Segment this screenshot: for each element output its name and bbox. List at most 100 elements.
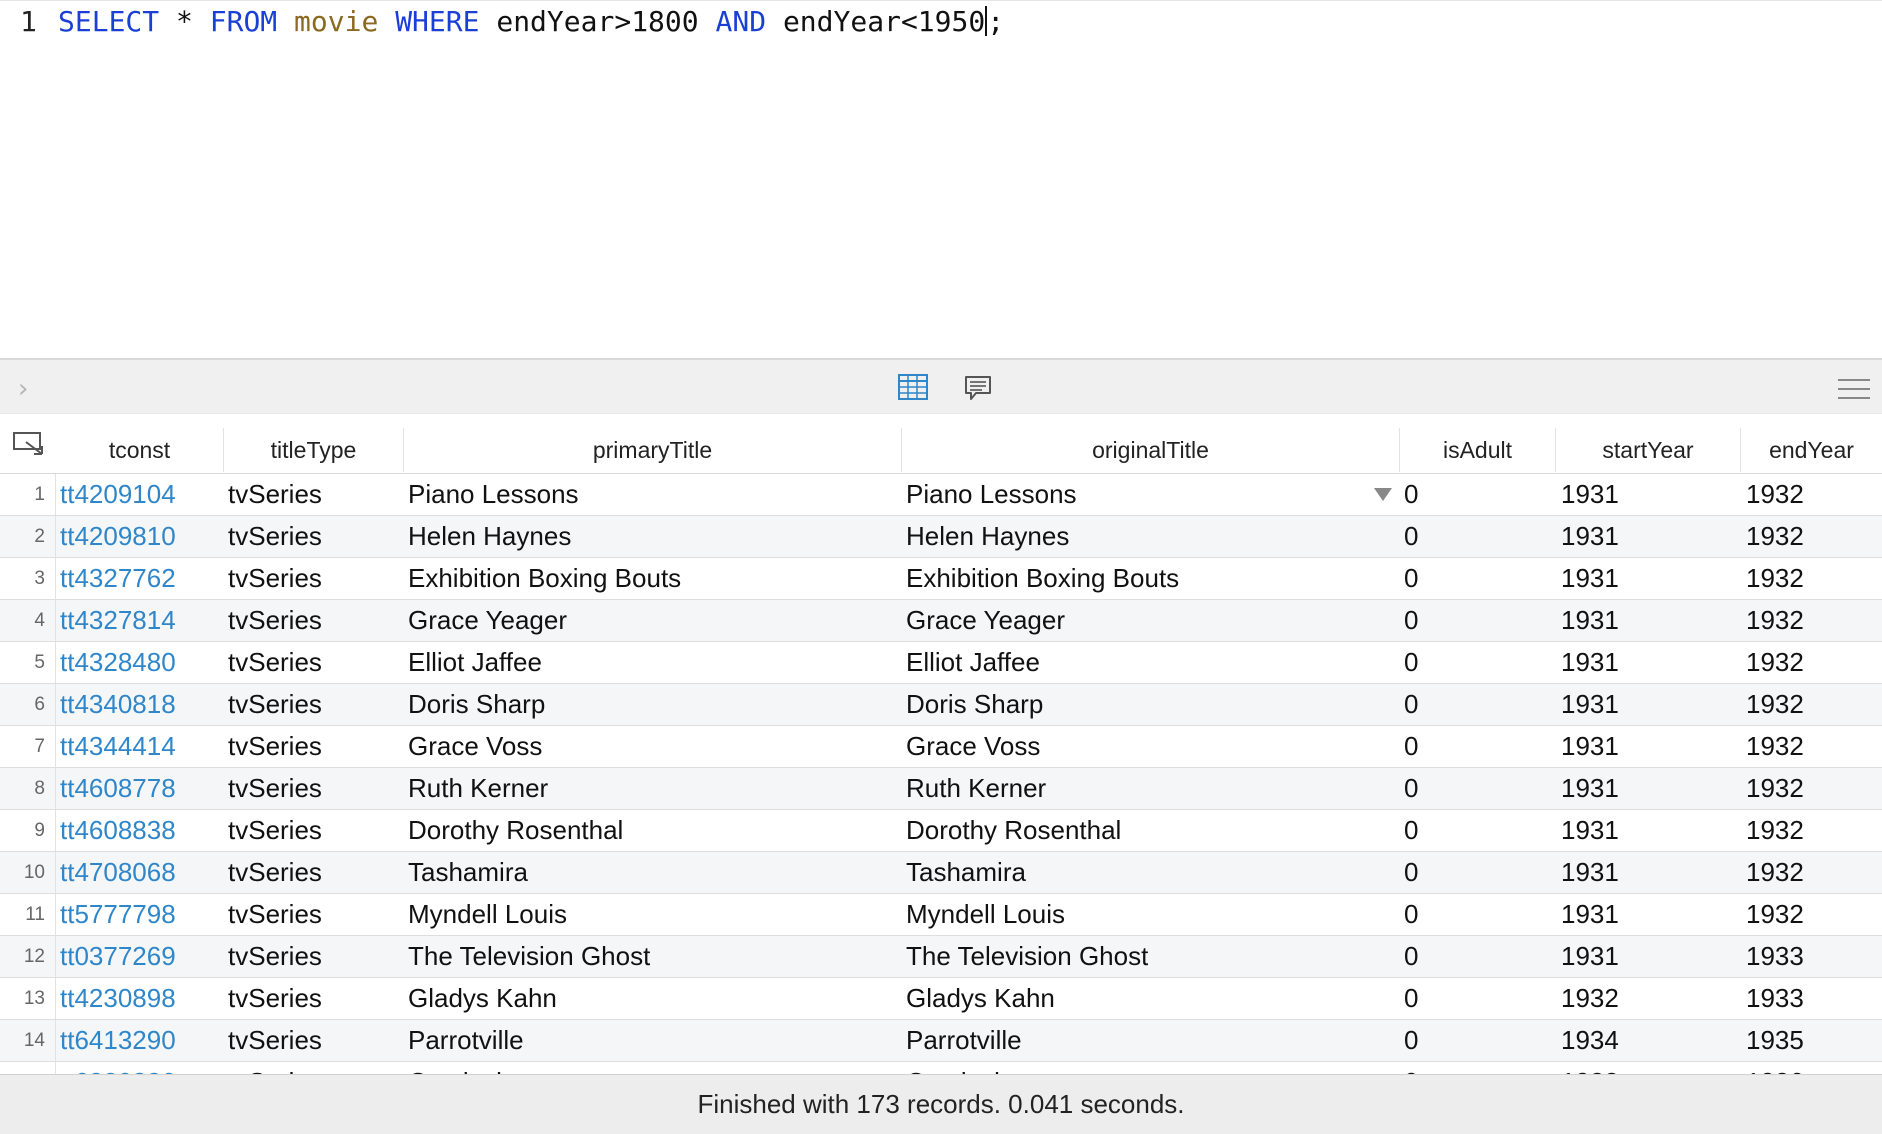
table-row[interactable]: 11 tt5777798 tvSeries Myndell Louis Myndell … [0,894,1882,936]
cell-startyear[interactable]: 1931 [1561,600,1619,641]
code-line-1[interactable]: 1 SELECT * FROM movie WHERE endYear>1800 … [0,1,1004,41]
table-row[interactable]: 6 tt4340818 tvSeries Doris Sharp Doris Sharp… [0,684,1882,726]
cell-isadult[interactable]: 0 [1404,642,1418,683]
cell-endyear[interactable]: 1932 [1746,474,1804,515]
cell-primarytitle[interactable]: Exhibition Boxing Bouts [408,558,681,599]
cell-isadult[interactable]: 0 [1404,1020,1418,1061]
cell-endyear[interactable]: 1932 [1746,768,1804,809]
cell-titletype[interactable]: tvSeries [228,600,322,641]
cell-endyear[interactable]: 1932 [1746,600,1804,641]
cell-endyear[interactable]: 1932 [1746,642,1804,683]
cell-tconst[interactable]: tt6380326 [60,1062,176,1074]
table-row[interactable]: 15 tt6380326 tvSeries Comicolor cartoons Com… [0,1062,1882,1074]
cell-isadult[interactable]: 0 [1404,978,1418,1019]
menu-icon[interactable] [1838,378,1870,400]
cell-tconst[interactable]: tt0377269 [60,936,176,977]
table-row[interactable]: 10 tt4708068 tvSeries Tashamira Tashamira 0 19… [0,852,1882,894]
cell-startyear[interactable]: 1931 [1561,768,1619,809]
cell-originaltitle[interactable]: Parrotville [906,1020,1022,1061]
cell-titletype[interactable]: tvSeries [228,936,322,977]
cell-originaltitle[interactable]: Elliot Jaffee [906,642,1040,683]
cell-isadult[interactable]: 0 [1404,558,1418,599]
cell-originaltitle[interactable]: Myndell Louis [906,894,1065,935]
cell-startyear[interactable]: 1931 [1561,894,1619,935]
cell-titletype[interactable]: tvSeries [228,726,322,767]
cell-endyear[interactable]: 1935 [1746,1020,1804,1061]
column-header-isadult[interactable]: isAdult [1400,428,1556,472]
cell-primarytitle[interactable]: Tashamira [408,852,528,893]
cell-tconst[interactable]: tt4209104 [60,474,176,515]
cell-startyear[interactable]: 1931 [1561,558,1619,599]
cell-originaltitle[interactable]: Grace Yeager [906,600,1065,641]
cell-primarytitle[interactable]: The Television Ghost [408,936,650,977]
cell-originaltitle[interactable]: Tashamira [906,852,1026,893]
cell-isadult[interactable]: 0 [1404,726,1418,767]
column-header-tconst[interactable]: tconst [56,428,224,472]
cell-titletype[interactable]: tvSeries [228,474,322,515]
table-view-icon[interactable] [898,374,928,400]
column-header-startyear[interactable]: startYear [1556,428,1741,472]
column-header-primarytitle[interactable]: primaryTitle [404,428,902,472]
cell-primarytitle[interactable]: Piano Lessons [408,474,579,515]
chevron-right-icon[interactable]: › [18,374,28,404]
cell-originaltitle[interactable]: Grace Voss [906,726,1040,767]
table-row[interactable]: 14 tt6413290 tvSeries Parrotville Parrotvill… [0,1020,1882,1062]
cell-startyear[interactable]: 1931 [1561,726,1619,767]
cell-endyear[interactable]: 1932 [1746,726,1804,767]
cell-primarytitle[interactable]: Comicolor cartoons [408,1062,632,1074]
cell-endyear[interactable]: 1932 [1746,810,1804,851]
cell-tconst[interactable]: tt4230898 [60,978,176,1019]
table-row[interactable]: 9 tt4608838 tvSeries Dorothy Rosenthal Dorot… [0,810,1882,852]
table-row[interactable]: 13 tt4230898 tvSeries Gladys Kahn Gladys Kah… [0,978,1882,1020]
cell-startyear[interactable]: 1931 [1561,516,1619,557]
cell-endyear[interactable]: 1932 [1746,516,1804,557]
cell-titletype[interactable]: tvSeries [228,978,322,1019]
cell-originaltitle[interactable]: Helen Haynes [906,516,1069,557]
cell-startyear[interactable]: 1931 [1561,474,1619,515]
cell-titletype[interactable]: tvSeries [228,558,322,599]
cell-startyear[interactable]: 1931 [1561,642,1619,683]
cell-titletype[interactable]: tvSeries [228,684,322,725]
cell-startyear[interactable]: 1931 [1561,684,1619,725]
cell-endyear[interactable]: 1932 [1746,894,1804,935]
cell-isadult[interactable]: 0 [1404,894,1418,935]
cell-isadult[interactable]: 0 [1404,768,1418,809]
cell-primarytitle[interactable]: Parrotville [408,1020,524,1061]
cell-startyear[interactable]: 1931 [1561,852,1619,893]
table-row[interactable]: 2 tt4209810 tvSeries Helen Haynes Helen Hayn… [0,516,1882,558]
cell-titletype[interactable]: tvSeries [228,516,322,557]
cell-titletype[interactable]: tvSeries [228,768,322,809]
cell-titletype[interactable]: tvSeries [228,852,322,893]
cell-tconst[interactable]: tt5777798 [60,894,176,935]
cell-originaltitle[interactable]: Gladys Kahn [906,978,1055,1019]
cell-tconst[interactable]: tt4608778 [60,768,176,809]
cell-isadult[interactable]: 0 [1404,600,1418,641]
column-header-endyear[interactable]: endYear [1741,428,1882,472]
cell-tconst[interactable]: tt4209810 [60,516,176,557]
cell-isadult[interactable]: 0 [1404,810,1418,851]
cell-tconst[interactable]: tt4327814 [60,600,176,641]
table-row[interactable]: 1 tt4209104 tvSeries Piano Lessons Piano Les… [0,474,1882,516]
cell-isadult[interactable]: 0 [1404,684,1418,725]
table-row[interactable]: 7 tt4344414 tvSeries Grace Voss Grace Voss 0 1… [0,726,1882,768]
select-all-icon[interactable] [12,430,46,458]
cell-titletype[interactable]: tvSeries [228,894,322,935]
cell-primarytitle[interactable]: Gladys Kahn [408,978,557,1019]
cell-originaltitle[interactable]: Ruth Kerner [906,768,1046,809]
cell-originaltitle[interactable]: Comicolor cartoons [906,1062,1130,1074]
column-header-titletype[interactable]: titleType [224,428,404,472]
cell-tconst[interactable]: tt6413290 [60,1020,176,1061]
cell-primarytitle[interactable]: Grace Yeager [408,600,567,641]
dropdown-arrow-icon[interactable] [1374,488,1392,501]
cell-titletype[interactable]: tvSeries [228,1062,322,1074]
cell-primarytitle[interactable]: Helen Haynes [408,516,571,557]
table-row[interactable]: 4 tt4327814 tvSeries Grace Yeager Grace Yeag… [0,600,1882,642]
cell-tconst[interactable]: tt4708068 [60,852,176,893]
cell-endyear[interactable]: 1932 [1746,684,1804,725]
cell-primarytitle[interactable]: Myndell Louis [408,894,567,935]
message-view-icon[interactable] [964,374,992,402]
cell-originaltitle[interactable]: The Television Ghost [906,936,1148,977]
cell-startyear[interactable]: 1934 [1561,1020,1619,1061]
cell-originaltitle[interactable]: Exhibition Boxing Bouts [906,558,1179,599]
cell-titletype[interactable]: tvSeries [228,1020,322,1061]
